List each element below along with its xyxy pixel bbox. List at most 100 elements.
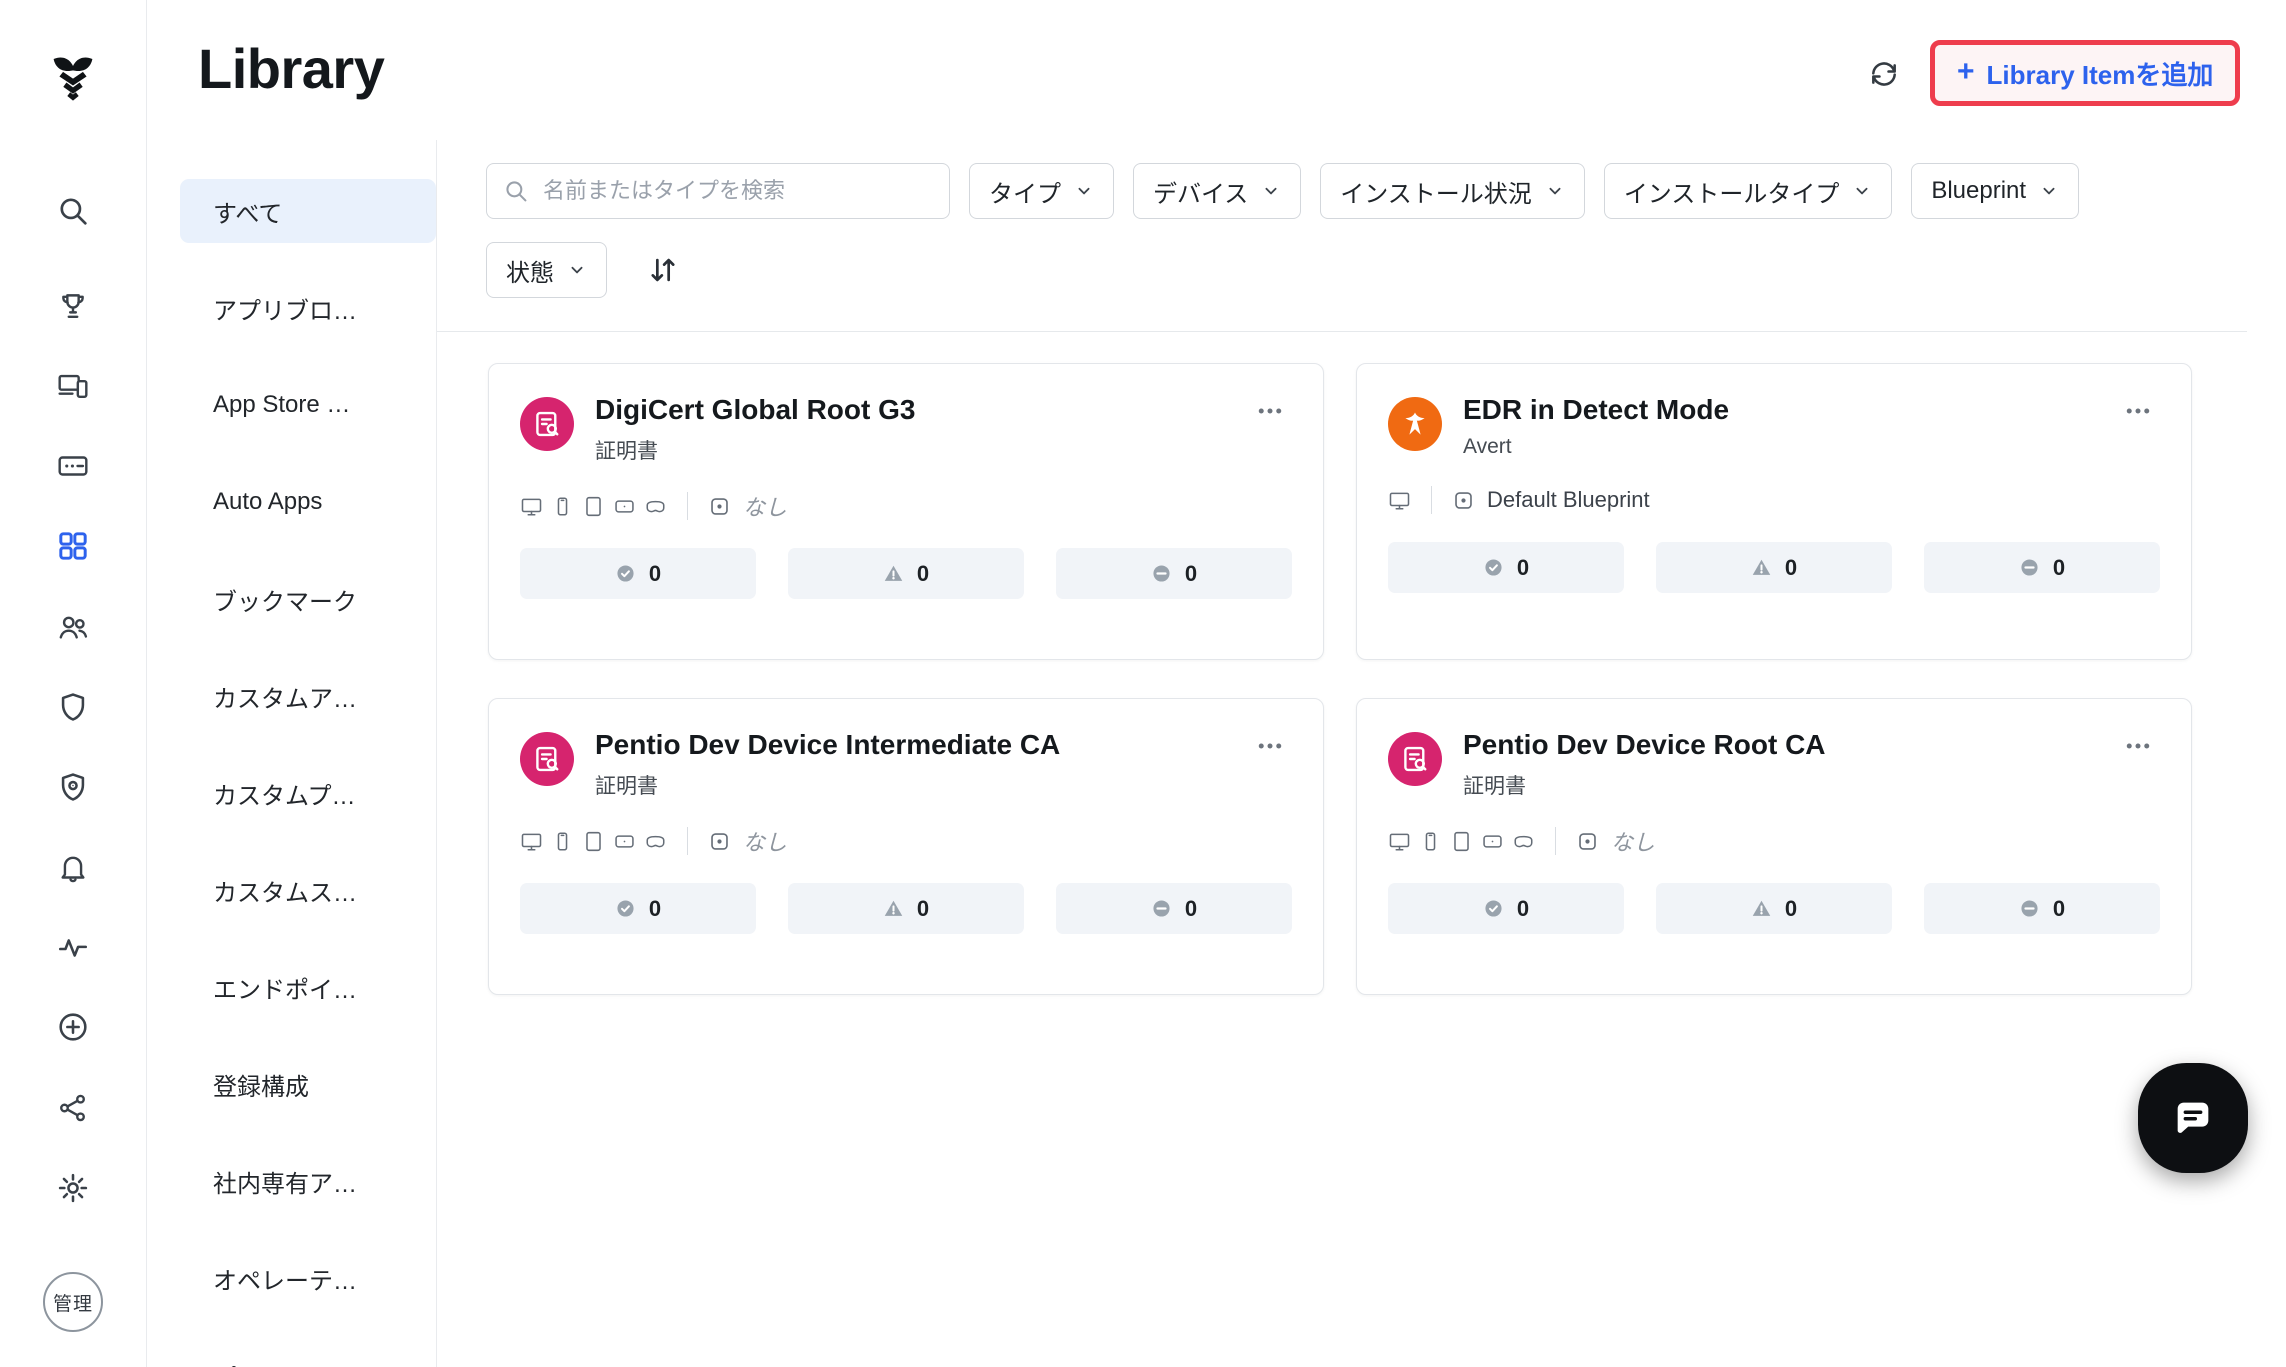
mac-icon xyxy=(520,495,543,518)
status-blocked-chip: 0 xyxy=(1056,548,1292,599)
library-item-card[interactable]: Pentio Dev Device Intermediate CA 証明書 なし… xyxy=(488,698,1324,995)
kandji-bee-logo[interactable] xyxy=(42,50,104,112)
filter-type-dropdown[interactable]: タイプ xyxy=(969,163,1114,219)
blocked-count: 0 xyxy=(2052,554,2066,580)
warning-count: 0 xyxy=(1784,895,1798,921)
library-grid-icon[interactable] xyxy=(50,523,96,569)
filter-device-dropdown[interactable]: デバイス xyxy=(1133,163,1302,219)
library-item-card[interactable]: Pentio Dev Device Root CA 証明書 なし 0 0 0 xyxy=(1356,698,2192,995)
library-item-card[interactable]: DigiCert Global Root G3 証明書 なし 0 0 0 xyxy=(488,363,1324,660)
filter-state-label: 状態 xyxy=(506,259,554,287)
appletv-icon xyxy=(613,830,636,853)
meta-divider xyxy=(687,492,688,520)
blueprint-label: なし xyxy=(1611,830,1656,855)
filter-install-status-dropdown[interactable]: インストール状況 xyxy=(1320,163,1585,219)
users-icon[interactable] xyxy=(50,604,96,650)
meta-divider xyxy=(1431,486,1432,514)
nav-item-app-store[interactable]: App Store … xyxy=(180,373,436,437)
card-subtitle: Avert xyxy=(1463,435,1512,458)
nav-item-profiles[interactable]: プロファイル xyxy=(180,1343,436,1367)
search-icon[interactable] xyxy=(50,188,96,234)
blocked-circle-icon xyxy=(1151,563,1172,584)
appletv-icon xyxy=(613,495,636,518)
status-ok-chip: 0 xyxy=(1388,542,1624,593)
certificate-icon xyxy=(520,732,574,786)
ellipsis-menu-icon[interactable] xyxy=(1248,729,1292,763)
add-library-item-button[interactable]: + Library Itemを追加 xyxy=(1930,40,2241,106)
blocked-count: 0 xyxy=(1184,895,1198,921)
refresh-icon[interactable] xyxy=(1862,52,1906,96)
blueprint-label: Default Blueprint xyxy=(1487,487,1650,512)
filter-bar-row2: 状態 xyxy=(486,242,685,298)
filter-state-dropdown[interactable]: 状態 xyxy=(486,242,607,298)
filter-install-type-dropdown[interactable]: インストールタイプ xyxy=(1603,163,1893,219)
nav-item-endpoint[interactable]: エンドポイ… xyxy=(180,955,436,1019)
nav-item-custom-profiles[interactable]: カスタムプ… xyxy=(180,761,436,825)
card-subtitle: 証明書 xyxy=(595,775,658,798)
meta-divider xyxy=(1555,827,1556,855)
nav-item-custom-apps[interactable]: カスタムア… xyxy=(180,664,436,728)
achievements-icon[interactable] xyxy=(50,283,96,329)
shield-gear-icon[interactable] xyxy=(50,764,96,810)
status-blocked-chip: 0 xyxy=(1924,542,2160,593)
status-blocked-chip: 0 xyxy=(1056,883,1292,934)
devices-icon[interactable] xyxy=(50,363,96,409)
add-library-item-label: Library Itemを追加 xyxy=(1986,59,2214,90)
check-circle-icon xyxy=(1483,898,1504,919)
integrations-nodes-icon[interactable] xyxy=(50,1085,96,1131)
filter-type-label: タイプ xyxy=(989,180,1061,208)
check-circle-icon xyxy=(1483,557,1504,578)
add-circle-icon[interactable] xyxy=(50,1004,96,1050)
card-subtitle: 証明書 xyxy=(595,440,658,463)
card-title: DigiCert Global Root G3 xyxy=(595,394,916,425)
vision-icon xyxy=(644,830,667,853)
ellipsis-menu-icon[interactable] xyxy=(1248,394,1292,428)
filter-device-label: デバイス xyxy=(1153,180,1249,208)
plus-icon: + xyxy=(1957,54,1975,88)
passcode-icon[interactable] xyxy=(50,443,96,489)
warning-count: 0 xyxy=(916,895,930,921)
status-warning-chip: 0 xyxy=(1656,542,1892,593)
ellipsis-menu-icon[interactable] xyxy=(2116,394,2160,428)
status-warning-chip: 0 xyxy=(788,548,1024,599)
filter-bar-row1: タイプ デバイス インストール状況 インストールタイプ Blueprint xyxy=(486,163,2080,219)
nav-item-all[interactable]: すべて xyxy=(180,179,436,243)
nav-item-enrollment-config[interactable]: 登録構成 xyxy=(180,1052,436,1116)
meta-divider xyxy=(687,827,688,855)
warning-triangle-icon xyxy=(883,898,904,919)
iphone-icon xyxy=(551,495,574,518)
sort-icon[interactable] xyxy=(641,248,685,292)
library-search xyxy=(486,163,950,219)
nav-item-auto-apps[interactable]: Auto Apps xyxy=(180,470,436,534)
chat-bubble-button[interactable] xyxy=(2138,1063,2248,1173)
blueprint-label: なし xyxy=(743,495,788,520)
activity-pulse-icon[interactable] xyxy=(50,924,96,970)
bell-icon[interactable] xyxy=(50,844,96,890)
check-circle-icon xyxy=(615,563,636,584)
nav-item-custom-scripts[interactable]: カスタムス… xyxy=(180,858,436,922)
filter-blueprint-dropdown[interactable]: Blueprint xyxy=(1911,163,2080,219)
ipad-icon xyxy=(1450,830,1473,853)
vision-icon xyxy=(644,495,667,518)
search-input[interactable] xyxy=(486,163,950,219)
library-item-card[interactable]: EDR in Detect Mode Avert Default Bluepri… xyxy=(1356,363,2192,660)
nav-item-in-house-apps[interactable]: 社内専有ア… xyxy=(180,1149,436,1213)
warning-triangle-icon xyxy=(883,563,904,584)
appletv-icon xyxy=(1481,830,1504,853)
ok-count: 0 xyxy=(1516,554,1530,580)
iphone-icon xyxy=(1419,830,1442,853)
settings-gear-icon[interactable] xyxy=(50,1165,96,1211)
admin-badge[interactable]: 管理 xyxy=(43,1272,103,1332)
nav-item-bookmarks[interactable]: ブックマーク xyxy=(180,567,436,631)
nav-item-operating[interactable]: オペレーテ… xyxy=(180,1246,436,1310)
shield-icon[interactable] xyxy=(50,684,96,730)
icon-rail: 管理 xyxy=(0,0,147,1367)
nav-item-app-blocking[interactable]: アプリブロ… xyxy=(180,276,436,340)
filter-install-status-label: インストール状況 xyxy=(1340,180,1532,208)
chevron-down-icon xyxy=(1261,181,1281,201)
ellipsis-menu-icon[interactable] xyxy=(2116,729,2160,763)
card-title: Pentio Dev Device Root CA xyxy=(1463,729,1826,760)
iphone-icon xyxy=(551,830,574,853)
warning-count: 0 xyxy=(1784,554,1798,580)
ipad-icon xyxy=(582,830,605,853)
